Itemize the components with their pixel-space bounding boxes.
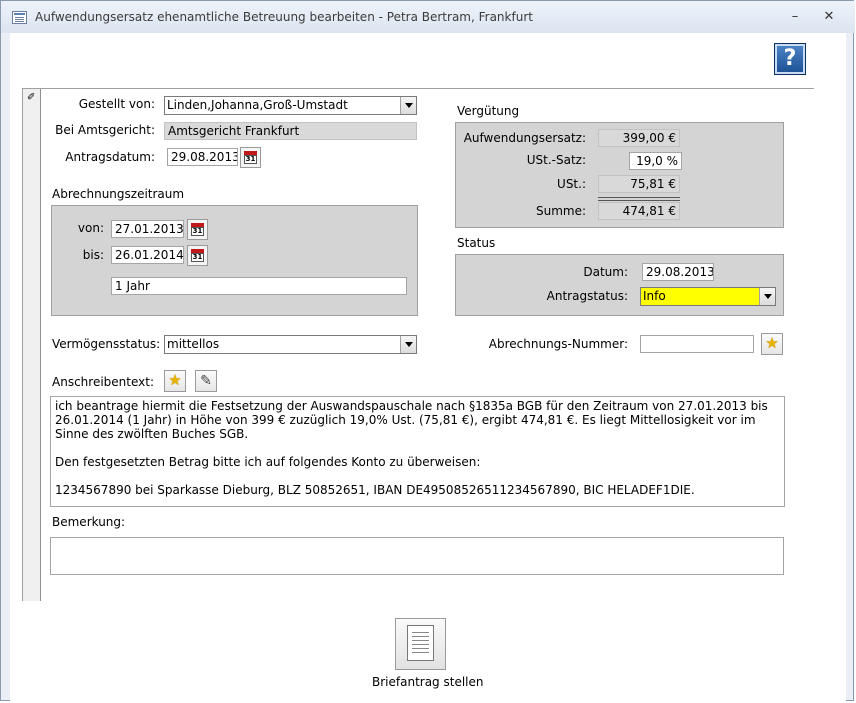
antragstatus-value: Info [643,289,666,303]
summe-label: Summe: [535,204,586,218]
star-icon: ★ [765,334,779,352]
help-button[interactable]: ? [774,43,806,75]
window-title: Aufwendungsersatz ehenamtliche Betreuung… [35,10,533,24]
vermoegensstatus-label: Vermögensstatus: [52,337,161,351]
chevron-down-icon[interactable] [400,336,416,353]
form-icon [12,11,27,24]
gestellt-von-label: Gestellt von: [78,97,155,111]
generate-text-button[interactable]: ★ [164,370,186,392]
antragsdatum-field[interactable]: 29.08.2013 [167,148,238,166]
anschreibentext-label: Anschreibentext: [52,375,154,389]
gestellt-von-combo[interactable]: Linden,Johanna,Groß-Umstadt [164,96,417,115]
amtsgericht-field: Amtsgericht Frankfurt [164,122,417,140]
record-selector[interactable]: ✐ [23,89,41,601]
ust-satz-field[interactable]: 19,0 % [629,152,682,170]
briefantrag-label[interactable]: Briefantrag stellen [372,675,484,689]
pencil-icon: ✐ [27,92,36,103]
abrechnungs-nummer-field[interactable] [640,335,754,353]
document-icon [407,625,434,661]
close-button[interactable]: ✕ [815,7,843,27]
von-field[interactable]: 27.01.2013 [111,220,184,238]
chevron-down-icon[interactable] [400,97,416,114]
antragstatus-combo[interactable]: Info [640,287,776,306]
bis-field[interactable]: 26.01.2014 [111,246,184,264]
gestellt-von-value: Linden,Johanna,Groß-Umstadt [167,98,348,112]
briefantrag-button[interactable] [395,618,446,670]
minimize-button[interactable]: – [781,7,809,27]
chevron-down-icon[interactable] [759,288,775,305]
abrechnungszeitraum-panel [51,205,418,316]
anschreibentext-paragraph: Den festgesetzten Betrag bitte ich auf f… [55,455,481,469]
bemerkung-field[interactable] [50,537,784,575]
ust-satz-label: USt.-Satz: [526,153,586,167]
aufwendungsersatz-label: Aufwendungsersatz: [463,131,586,145]
pencil-icon: ✎ [200,373,212,389]
sum-divider [598,197,680,198]
edit-text-button[interactable]: ✎ [195,370,217,392]
vermoegensstatus-value: mittellos [167,337,220,351]
dauer-field[interactable]: 1 Jahr [111,277,407,295]
calendar-icon[interactable]: 31 [240,147,261,168]
ust-field: 75,81 € [598,175,680,193]
sum-divider [598,200,680,201]
calendar-icon[interactable]: 31 [187,219,208,240]
status-panel [455,254,784,316]
vermoegensstatus-combo[interactable]: mittellos [164,335,417,354]
verguetung-title: Vergütung [457,104,520,118]
aufwendungsersatz-field: 399,00 € [598,129,680,147]
von-label: von: [77,221,104,235]
calendar-icon[interactable]: 31 [187,245,208,266]
abrechnungszeitraum-title: Abrechnungszeitraum [52,187,185,201]
bemerkung-label: Bemerkung: [52,515,126,529]
status-title: Status [457,236,496,250]
datum-label: Datum: [583,265,628,279]
antragstatus-label: Antragstatus: [546,289,628,303]
title-bar[interactable]: Aufwendungsersatz ehenamtliche Betreuung… [1,1,855,33]
anschreibentext-paragraph: ich beantrage hiermit die Festsetzung de… [55,399,768,441]
bis-label: bis: [82,248,104,262]
ust-label: USt.: [557,177,586,191]
generate-number-button[interactable]: ★ [761,333,783,355]
amtsgericht-label: Bei Amtsgericht: [55,123,155,137]
star-icon: ★ [168,371,182,389]
anschreibentext-field[interactable]: ich beantrage hiermit die Festsetzung de… [50,396,785,507]
summe-field: 474,81 € [598,202,680,220]
antragsdatum-label: Antragsdatum: [65,150,155,164]
anschreibentext-paragraph: 1234567890 bei Sparkasse Dieburg, BLZ 50… [55,483,695,497]
status-datum-field[interactable]: 29.08.2013 [642,263,714,281]
abrechnungs-nummer-label: Abrechnungs-Nummer: [488,337,628,351]
